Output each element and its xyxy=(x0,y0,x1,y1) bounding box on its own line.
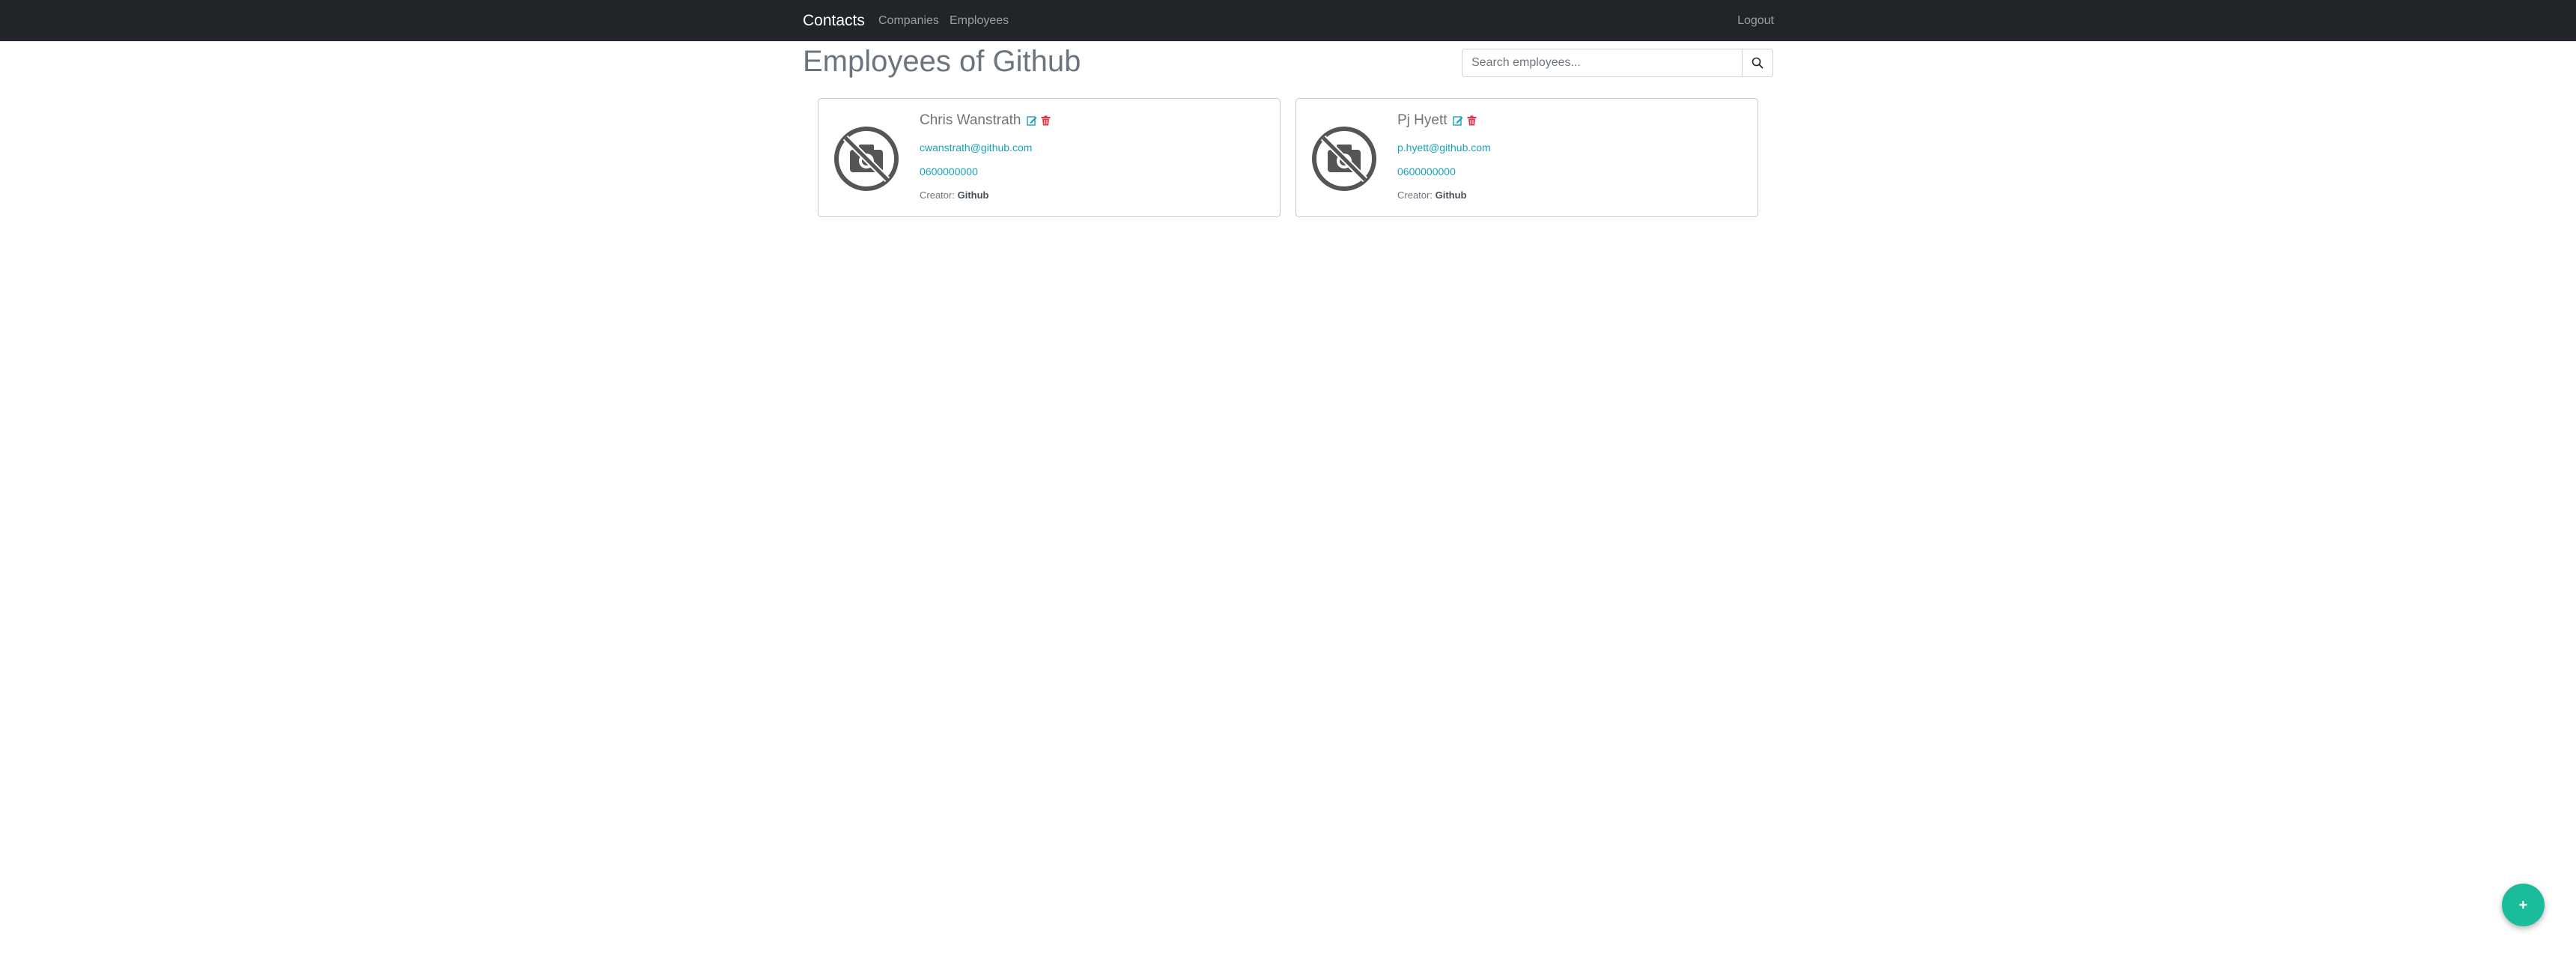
trash-icon[interactable] xyxy=(1041,115,1051,126)
employee-email-link[interactable]: cwanstrath@github.com xyxy=(920,141,1032,154)
creator-label: Creator: xyxy=(920,189,955,201)
creator-value: Github xyxy=(1435,189,1467,201)
no-photo-icon xyxy=(1312,127,1376,191)
employee-creator: Creator: Github xyxy=(920,189,988,202)
plus-icon: + xyxy=(2518,896,2528,914)
nav-link-employees[interactable]: Employees xyxy=(950,13,1009,29)
search-input[interactable] xyxy=(1462,49,1743,77)
creator-value: Github xyxy=(957,189,989,201)
employee-name: Pj Hyett xyxy=(1397,112,1448,128)
add-employee-button[interactable]: + xyxy=(2502,884,2545,926)
employee-phone-link[interactable]: 0600000000 xyxy=(920,165,978,178)
navbar-brand-contacts[interactable]: Contacts xyxy=(803,10,865,31)
creator-label: Creator: xyxy=(1397,189,1433,201)
nav-link-companies[interactable]: Companies xyxy=(878,13,939,29)
search-button[interactable] xyxy=(1742,49,1773,77)
employee-card: Pj Hyett p.hyett@github.com 0600000000 C… xyxy=(1295,98,1758,217)
top-navbar: Contacts Companies Employees Logout xyxy=(0,0,2576,41)
navbar-container: Contacts Companies Employees Logout xyxy=(803,0,1774,41)
edit-icon[interactable] xyxy=(1452,115,1463,126)
employee-phone-link[interactable]: 0600000000 xyxy=(1397,165,1456,178)
search-bar xyxy=(1462,49,1773,77)
employee-email-link[interactable]: p.hyett@github.com xyxy=(1397,141,1491,154)
page-title: Employees of Github xyxy=(803,45,1081,78)
employee-creator: Creator: Github xyxy=(1397,189,1466,202)
edit-icon[interactable] xyxy=(1026,115,1037,126)
employee-card: Chris Wanstrath cwanstrath@github.com 06… xyxy=(818,98,1281,217)
employee-info: Chris Wanstrath cwanstrath@github.com 06… xyxy=(920,111,1051,201)
trash-icon[interactable] xyxy=(1467,115,1477,126)
employee-name-row: Chris Wanstrath xyxy=(920,111,1051,130)
logout-link[interactable]: Logout xyxy=(1737,13,1774,29)
search-icon xyxy=(1752,57,1764,69)
employee-name-row: Pj Hyett xyxy=(1397,111,1477,130)
employee-info: Pj Hyett p.hyett@github.com 0600000000 C… xyxy=(1397,111,1491,201)
no-photo-icon xyxy=(834,127,899,191)
employee-name: Chris Wanstrath xyxy=(920,112,1021,128)
